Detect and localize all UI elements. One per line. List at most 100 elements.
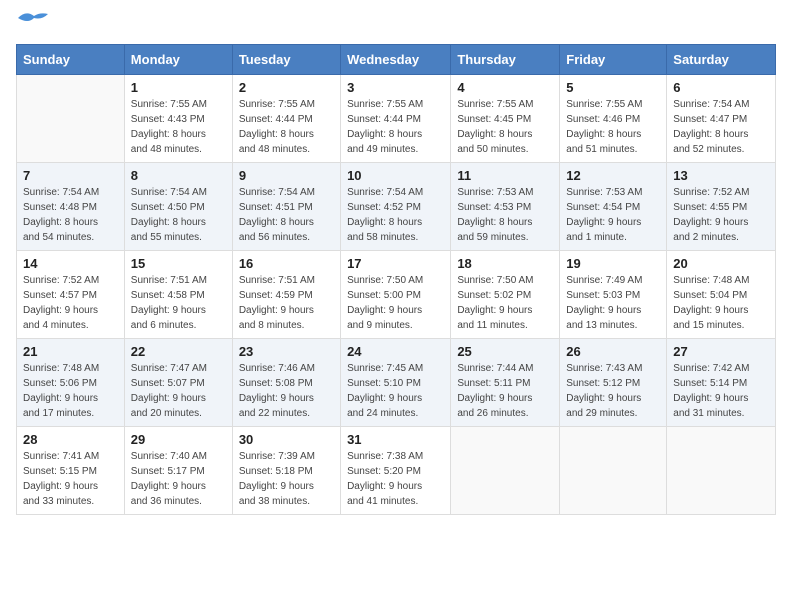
calendar-week-row: 1 Sunrise: 7:55 AM Sunset: 4:43 PM Daylig… (17, 75, 776, 163)
day-header-tuesday: Tuesday (232, 45, 340, 75)
calendar-day-cell: 7 Sunrise: 7:54 AM Sunset: 4:48 PM Daylig… (17, 163, 125, 251)
calendar-day-cell: 20Sunrise: 7:48 AM Sunset: 5:04 PM Dayli… (667, 251, 776, 339)
calendar-day-cell: 21Sunrise: 7:48 AM Sunset: 5:06 PM Dayli… (17, 339, 125, 427)
calendar-week-row: 14 Sunrise: 7:52 AM Sunset: 4:57 PM Dayli… (17, 251, 776, 339)
day-info: Sunrise: 7:52 AM Sunset: 4:55 PM Dayligh… (673, 185, 769, 245)
calendar-day-cell: 17 Sunrise: 7:50 AM Sunset: 5:00 PM Dayli… (341, 251, 451, 339)
day-number: 13 (673, 168, 769, 183)
calendar-body: 1 Sunrise: 7:55 AM Sunset: 4:43 PM Daylig… (17, 75, 776, 515)
day-info: Sunrise: 7:49 AM Sunset: 5:03 PM Dayligh… (566, 273, 660, 333)
day-info: Sunrise: 7:50 AM Sunset: 5:02 PM Dayligh… (457, 273, 553, 333)
day-number: 6 (673, 80, 769, 95)
day-info: Sunrise: 7:53 AM Sunset: 4:53 PM Dayligh… (457, 185, 553, 245)
day-number: 28 (23, 432, 118, 447)
calendar-day-cell: 3Sunrise: 7:55 AM Sunset: 4:44 PM Daylig… (341, 75, 451, 163)
day-info: Sunrise: 7:51 AM Sunset: 4:59 PM Dayligh… (239, 273, 334, 333)
day-number: 14 (23, 256, 118, 271)
day-header-saturday: Saturday (667, 45, 776, 75)
day-info: Sunrise: 7:40 AM Sunset: 5:17 PM Dayligh… (131, 449, 226, 509)
day-number: 2 (239, 80, 334, 95)
day-number: 4 (457, 80, 553, 95)
calendar-day-cell: 30Sunrise: 7:39 AM Sunset: 5:18 PM Dayli… (232, 427, 340, 515)
calendar-day-cell (451, 427, 560, 515)
day-number: 12 (566, 168, 660, 183)
day-info: Sunrise: 7:39 AM Sunset: 5:18 PM Dayligh… (239, 449, 334, 509)
day-number: 15 (131, 256, 226, 271)
logo (16, 16, 48, 32)
calendar-day-cell: 8Sunrise: 7:54 AM Sunset: 4:50 PM Daylig… (124, 163, 232, 251)
day-number: 17 (347, 256, 444, 271)
day-number: 22 (131, 344, 226, 359)
day-info: Sunrise: 7:55 AM Sunset: 4:44 PM Dayligh… (239, 97, 334, 157)
logo-bird-icon (18, 10, 48, 32)
day-info: Sunrise: 7:52 AM Sunset: 4:57 PM Dayligh… (23, 273, 118, 333)
calendar-day-cell: 4Sunrise: 7:55 AM Sunset: 4:45 PM Daylig… (451, 75, 560, 163)
day-header-monday: Monday (124, 45, 232, 75)
day-number: 19 (566, 256, 660, 271)
calendar-day-cell: 14 Sunrise: 7:52 AM Sunset: 4:57 PM Dayli… (17, 251, 125, 339)
calendar-week-row: 21Sunrise: 7:48 AM Sunset: 5:06 PM Dayli… (17, 339, 776, 427)
day-number: 25 (457, 344, 553, 359)
calendar-day-cell: 19 Sunrise: 7:49 AM Sunset: 5:03 PM Dayli… (560, 251, 667, 339)
calendar-day-cell: 15 Sunrise: 7:51 AM Sunset: 4:58 PM Dayli… (124, 251, 232, 339)
day-number: 16 (239, 256, 334, 271)
day-number: 31 (347, 432, 444, 447)
calendar-day-cell: 25 Sunrise: 7:44 AM Sunset: 5:11 PM Dayli… (451, 339, 560, 427)
calendar-week-row: 7 Sunrise: 7:54 AM Sunset: 4:48 PM Daylig… (17, 163, 776, 251)
calendar-day-cell: 28 Sunrise: 7:41 AM Sunset: 5:15 PM Dayli… (17, 427, 125, 515)
calendar-day-cell: 18 Sunrise: 7:50 AM Sunset: 5:02 PM Dayli… (451, 251, 560, 339)
calendar-day-cell: 5 Sunrise: 7:55 AM Sunset: 4:46 PM Daylig… (560, 75, 667, 163)
day-info: Sunrise: 7:55 AM Sunset: 4:43 PM Dayligh… (131, 97, 226, 157)
day-info: Sunrise: 7:54 AM Sunset: 4:52 PM Dayligh… (347, 185, 444, 245)
day-info: Sunrise: 7:43 AM Sunset: 5:12 PM Dayligh… (566, 361, 660, 421)
day-info: Sunrise: 7:41 AM Sunset: 5:15 PM Dayligh… (23, 449, 118, 509)
calendar-day-cell: 27 Sunrise: 7:42 AM Sunset: 5:14 PM Dayli… (667, 339, 776, 427)
calendar-day-cell: 23Sunrise: 7:46 AM Sunset: 5:08 PM Dayli… (232, 339, 340, 427)
day-info: Sunrise: 7:55 AM Sunset: 4:46 PM Dayligh… (566, 97, 660, 157)
day-info: Sunrise: 7:54 AM Sunset: 4:51 PM Dayligh… (239, 185, 334, 245)
day-number: 26 (566, 344, 660, 359)
calendar-day-cell: 12 Sunrise: 7:53 AM Sunset: 4:54 PM Dayli… (560, 163, 667, 251)
day-number: 23 (239, 344, 334, 359)
day-number: 21 (23, 344, 118, 359)
calendar-day-cell (560, 427, 667, 515)
calendar-day-cell: 22 Sunrise: 7:47 AM Sunset: 5:07 PM Dayli… (124, 339, 232, 427)
calendar-day-cell: 31 Sunrise: 7:38 AM Sunset: 5:20 PM Dayli… (341, 427, 451, 515)
day-header-sunday: Sunday (17, 45, 125, 75)
calendar-day-cell (667, 427, 776, 515)
day-info: Sunrise: 7:54 AM Sunset: 4:48 PM Dayligh… (23, 185, 118, 245)
day-info: Sunrise: 7:54 AM Sunset: 4:47 PM Dayligh… (673, 97, 769, 157)
day-number: 27 (673, 344, 769, 359)
calendar-day-cell: 1 Sunrise: 7:55 AM Sunset: 4:43 PM Daylig… (124, 75, 232, 163)
day-info: Sunrise: 7:38 AM Sunset: 5:20 PM Dayligh… (347, 449, 444, 509)
day-info: Sunrise: 7:42 AM Sunset: 5:14 PM Dayligh… (673, 361, 769, 421)
calendar-day-cell (17, 75, 125, 163)
day-number: 11 (457, 168, 553, 183)
day-number: 7 (23, 168, 118, 183)
day-number: 1 (131, 80, 226, 95)
day-info: Sunrise: 7:53 AM Sunset: 4:54 PM Dayligh… (566, 185, 660, 245)
calendar-table: SundayMondayTuesdayWednesdayThursdayFrid… (16, 44, 776, 515)
calendar-day-cell: 11 Sunrise: 7:53 AM Sunset: 4:53 PM Dayli… (451, 163, 560, 251)
calendar-day-cell: 6 Sunrise: 7:54 AM Sunset: 4:47 PM Daylig… (667, 75, 776, 163)
day-header-wednesday: Wednesday (341, 45, 451, 75)
calendar-header-row: SundayMondayTuesdayWednesdayThursdayFrid… (17, 45, 776, 75)
calendar-week-row: 28 Sunrise: 7:41 AM Sunset: 5:15 PM Dayli… (17, 427, 776, 515)
calendar-day-cell: 29 Sunrise: 7:40 AM Sunset: 5:17 PM Dayli… (124, 427, 232, 515)
day-info: Sunrise: 7:47 AM Sunset: 5:07 PM Dayligh… (131, 361, 226, 421)
calendar-day-cell: 10Sunrise: 7:54 AM Sunset: 4:52 PM Dayli… (341, 163, 451, 251)
day-number: 5 (566, 80, 660, 95)
day-info: Sunrise: 7:51 AM Sunset: 4:58 PM Dayligh… (131, 273, 226, 333)
day-number: 24 (347, 344, 444, 359)
day-number: 8 (131, 168, 226, 183)
calendar-day-cell: 16 Sunrise: 7:51 AM Sunset: 4:59 PM Dayli… (232, 251, 340, 339)
page-header (16, 16, 776, 32)
calendar-day-cell: 9Sunrise: 7:54 AM Sunset: 4:51 PM Daylig… (232, 163, 340, 251)
day-number: 29 (131, 432, 226, 447)
calendar-day-cell: 13 Sunrise: 7:52 AM Sunset: 4:55 PM Dayli… (667, 163, 776, 251)
day-header-friday: Friday (560, 45, 667, 75)
day-number: 20 (673, 256, 769, 271)
day-info: Sunrise: 7:50 AM Sunset: 5:00 PM Dayligh… (347, 273, 444, 333)
day-number: 18 (457, 256, 553, 271)
day-info: Sunrise: 7:44 AM Sunset: 5:11 PM Dayligh… (457, 361, 553, 421)
